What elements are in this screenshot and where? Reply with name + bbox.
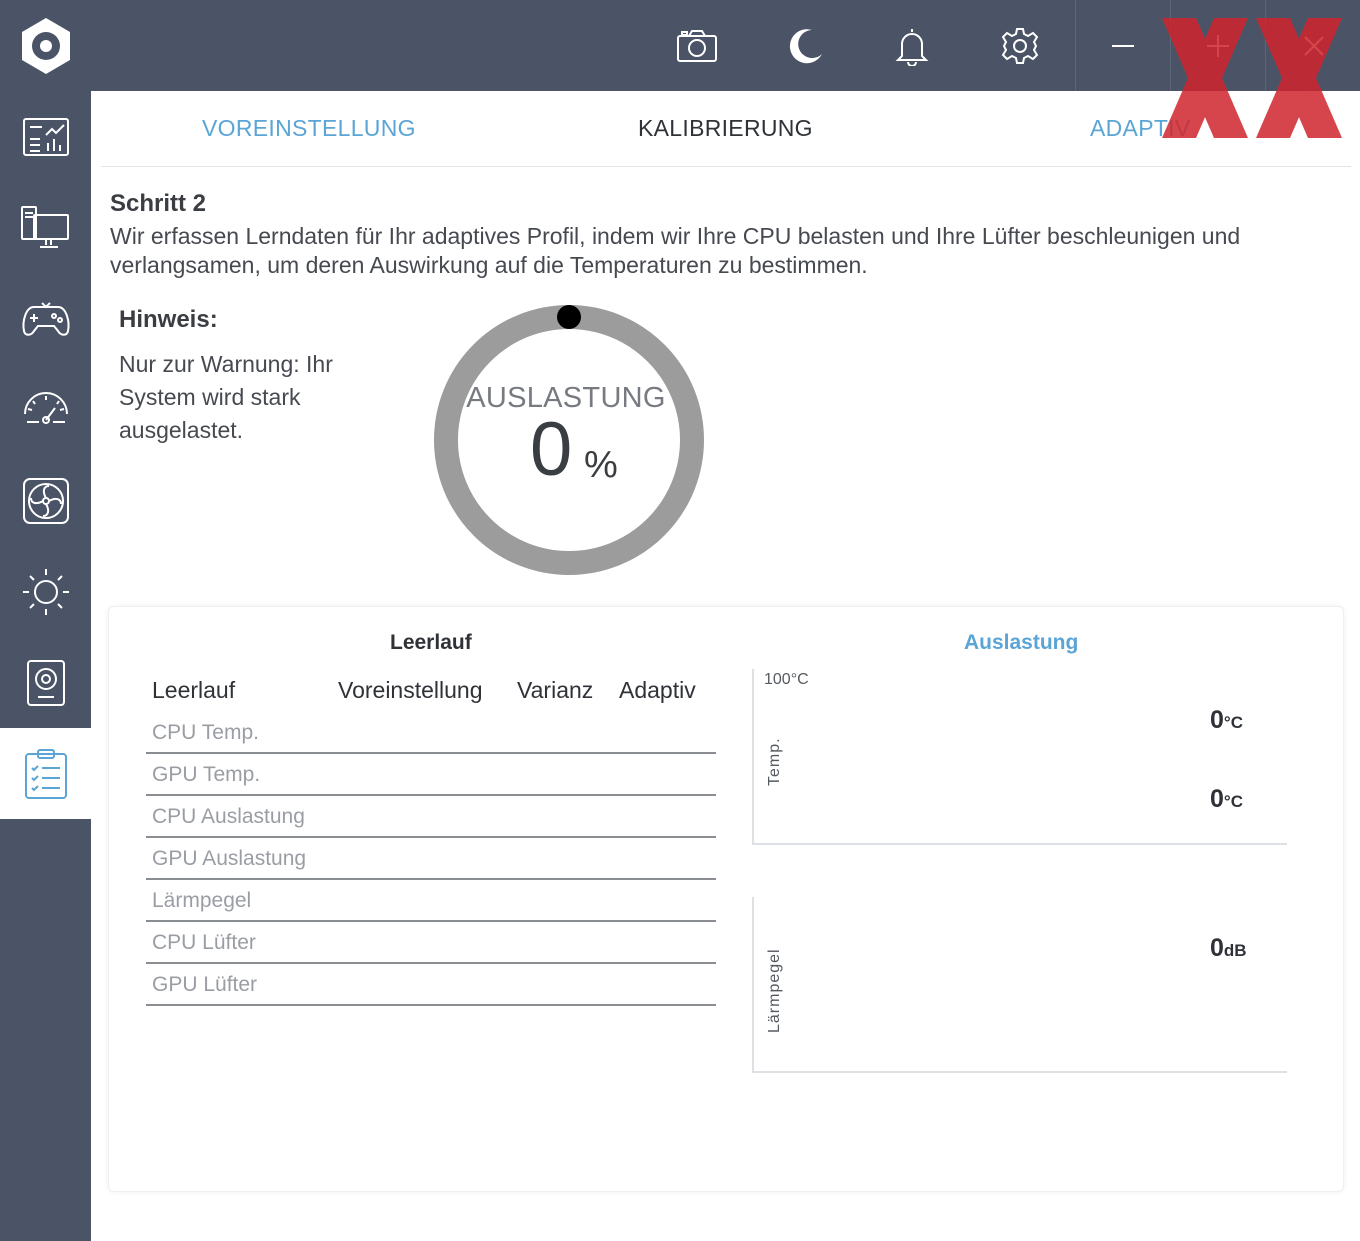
row-label-gpu-fan: GPU Lüfter [152,973,258,996]
noise-chart [752,897,1287,1073]
clipboard-checklist-icon [24,748,67,799]
gauge-value: 0 [530,407,573,492]
reading-unit: dB [1223,941,1247,960]
sidebar [0,91,91,1241]
row-label-noise: Lärmpegel [152,889,252,912]
minimize-button[interactable] [1094,22,1154,70]
gauge-progress-knob [557,305,581,329]
column-header-varianz: Varianz [517,677,594,703]
tab-adaptiv[interactable]: ADAPTIV [1090,115,1191,142]
monitor-icon [20,205,69,248]
app-logo-icon [22,18,70,74]
row-label-cpu-temp: CPU Temp. [152,721,259,744]
table-row: CPU Lüfter [146,922,716,964]
speaker-icon [26,659,65,706]
load-heading[interactable]: Auslastung [964,631,1078,655]
table-row: GPU Temp. [146,754,716,796]
title-bar [0,0,1360,91]
sidebar-item-calibration[interactable] [0,728,91,819]
gauge-unit: % [584,444,618,486]
table-row: Lärmpegel [146,880,716,922]
step-description: Wir erfassen Lerndaten für Ihr adaptives… [110,223,1241,278]
row-label-gpu-temp: GPU Temp. [152,763,261,786]
temperature-axis-title: Temp. [766,737,783,786]
sidebar-item-fan[interactable] [0,455,91,546]
column-header-adaptiv: Adaptiv [619,677,696,703]
window-separator [1265,0,1266,91]
hint-title: Hinweis: [119,306,218,333]
dashboard-icon [22,117,69,156]
window-separator [1170,0,1171,91]
camera-icon[interactable] [673,22,721,70]
idle-heading: Leerlauf [390,631,472,654]
reading-unit: °C [1223,713,1243,732]
table-row: CPU Auslastung [146,796,716,838]
noise-axis-title: Lärmpegel [766,948,783,1033]
window-separator [1075,0,1076,91]
reading-value: 0 [1210,706,1224,734]
table-row: GPU Auslastung [146,838,716,880]
bell-icon[interactable] [888,22,936,70]
sidebar-item-gaming[interactable] [0,273,91,364]
app-window: VOREINSTELLUNG KALIBRIERUNG ADAPTIV Schr… [0,0,1360,1241]
sidebar-item-system[interactable] [0,182,91,273]
sidebar-item-dashboard[interactable] [0,91,91,182]
step-title: Schritt 2 [110,190,207,217]
noise-reading: 0dB [1210,934,1247,963]
reading-value: 0 [1210,785,1224,813]
tab-bar: VOREINSTELLUNG KALIBRIERUNG ADAPTIV [101,91,1351,167]
reading-unit: °C [1223,792,1243,811]
column-header-leerlauf: Leerlauf [152,677,236,703]
row-label-cpu-fan: CPU Lüfter [152,931,256,954]
temperature-reading-gpu: 0°C [1210,785,1243,814]
speedometer-icon [23,391,68,424]
gear-icon[interactable] [996,22,1044,70]
temperature-reading-cpu: 0°C [1210,706,1243,735]
row-label-cpu-load: CPU Auslastung [152,805,305,828]
temperature-chart-max-label: 100°C [764,671,809,688]
brightness-icon [22,568,69,615]
row-label-gpu-load: GPU Auslastung [152,847,307,870]
table-row: GPU Lüfter [146,964,716,1006]
maximize-button[interactable] [1188,22,1248,70]
sidebar-item-lighting[interactable] [0,546,91,637]
moon-icon[interactable] [782,22,830,70]
table-row: CPU Temp. [146,712,716,754]
reading-value: 0 [1210,934,1224,962]
hint-text: Nur zur Warnung: Ihr System wird stark a… [119,351,333,443]
temperature-chart [752,669,1287,845]
close-button[interactable] [1284,22,1344,70]
tab-voreinstellung[interactable]: VOREINSTELLUNG [202,115,416,142]
column-header-voreinstellung: Voreinstellung [338,677,483,703]
tab-kalibrierung[interactable]: KALIBRIERUNG [638,115,813,142]
fan-icon [22,477,69,524]
sidebar-item-audio[interactable] [0,637,91,728]
sidebar-item-performance[interactable] [0,364,91,455]
gamepad-icon [22,301,69,336]
